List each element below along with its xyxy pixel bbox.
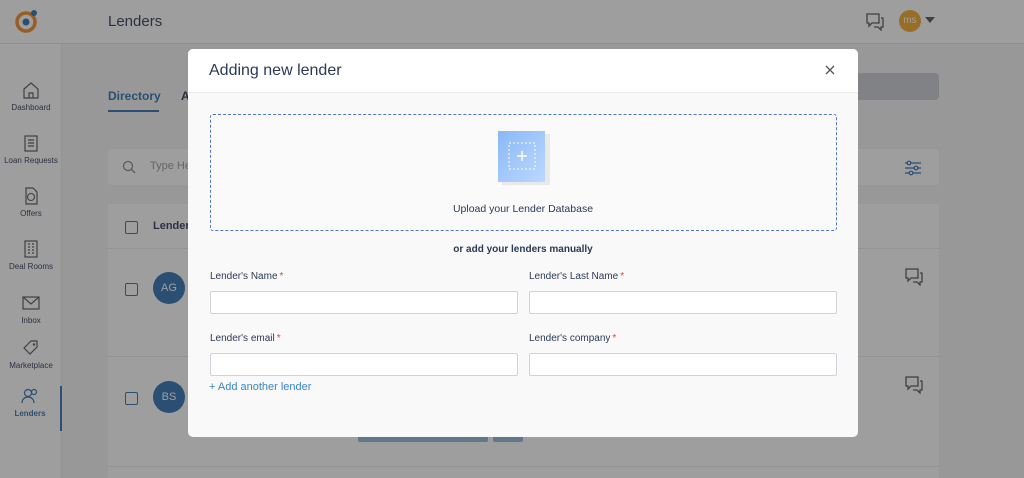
- close-icon[interactable]: [823, 63, 837, 77]
- required-marker: *: [276, 333, 281, 344]
- company-label: Lender's company *: [529, 333, 616, 344]
- email-label: Lender's email *: [210, 333, 281, 344]
- add-another-lender-link[interactable]: + Add another lender: [209, 381, 311, 393]
- first-name-label: Lender's Name *: [210, 271, 283, 282]
- company-label-text: Lender's company: [529, 333, 611, 344]
- first-name-label-text: Lender's Name: [210, 271, 278, 282]
- required-marker: *: [620, 271, 625, 282]
- required-marker: *: [612, 333, 617, 344]
- lender-last-name-field[interactable]: [529, 291, 837, 314]
- upload-dropzone[interactable]: Upload your Lender Database: [210, 114, 837, 231]
- manual-entry-label: or add your lenders manually: [453, 244, 593, 255]
- modal-header: Adding new lender: [188, 49, 858, 93]
- email-label-text: Lender's email: [210, 333, 275, 344]
- modal-title: Adding new lender: [209, 62, 342, 79]
- upload-file-icon: [498, 131, 550, 185]
- upload-label: Upload your Lender Database: [452, 203, 594, 215]
- lender-email-field[interactable]: [210, 353, 518, 376]
- lender-name-field[interactable]: [210, 291, 518, 314]
- add-lender-modal: Adding new lender Upload your Lender Dat…: [188, 49, 858, 437]
- required-marker: *: [279, 271, 284, 282]
- last-name-label-text: Lender's Last Name: [529, 271, 619, 282]
- lender-company-field[interactable]: [529, 353, 837, 376]
- last-name-label: Lender's Last Name *: [529, 271, 624, 282]
